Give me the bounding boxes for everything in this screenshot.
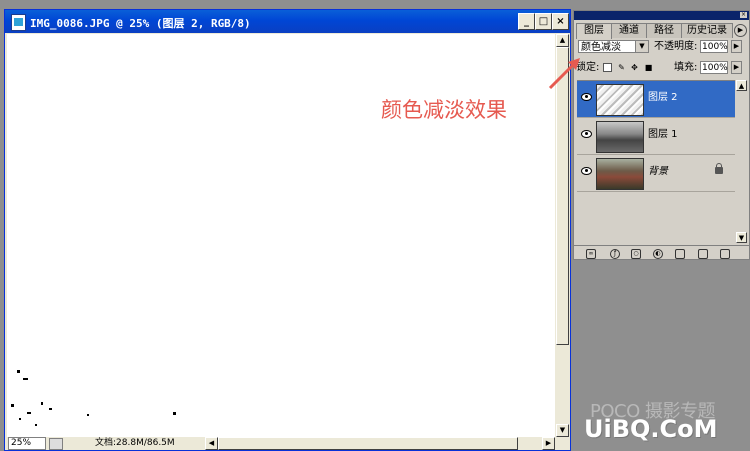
palette-close-icon[interactable]: × — [740, 12, 747, 18]
eye-icon[interactable] — [581, 130, 592, 138]
horizontal-scroll-thumb[interactable] — [218, 437, 518, 450]
layer-name: 背景 — [648, 166, 668, 177]
lock-transparent-icon[interactable] — [603, 63, 612, 72]
tab-layers[interactable]: 图层 — [576, 23, 612, 39]
canvas-speck — [49, 408, 52, 410]
layer-row[interactable]: 图层 1 — [577, 118, 735, 155]
status-info-icon[interactable] — [49, 438, 63, 450]
scroll-up-button[interactable]: ▲ — [556, 34, 569, 47]
canvas-speck — [173, 412, 176, 415]
chevron-down-icon[interactable]: ▼ — [635, 41, 648, 52]
lock-move-icon[interactable]: ✥ — [630, 63, 639, 72]
tab-channels[interactable]: 通道 — [611, 23, 647, 38]
canvas-speck — [27, 412, 31, 414]
layer-thumbnail — [596, 158, 644, 190]
layers-palette: × 图层 通道 路径 历史记录 ▶ 颜色减淡 ▼ 不透明度: 100% ▶ 锁定… — [573, 10, 750, 260]
canvas-speck — [35, 424, 37, 426]
palette-title-bar[interactable]: × — [574, 11, 749, 20]
opacity-label: 不透明度: — [654, 41, 698, 52]
lock-all-icon[interactable]: ■ — [644, 63, 653, 72]
eye-icon[interactable] — [581, 167, 592, 175]
canvas-speck — [17, 370, 20, 373]
canvas-speck — [19, 418, 21, 420]
document-title: IMG_0086.JPG @ 25% (图层 2, RGB/8) — [30, 17, 251, 30]
close-button[interactable]: × — [552, 13, 569, 30]
new-layer-icon[interactable] — [698, 249, 708, 259]
scroll-right-button[interactable]: ▶ — [542, 437, 555, 450]
group-folder-icon[interactable] — [675, 249, 685, 259]
opacity-slider-button[interactable]: ▶ — [731, 40, 742, 53]
document-window: IMG_0086.JPG @ 25% (图层 2, RGB/8) _ □ × ▲… — [4, 9, 571, 451]
scroll-left-button[interactable]: ◀ — [205, 437, 218, 450]
document-icon — [11, 14, 26, 31]
layer-row[interactable]: 背景 — [577, 155, 735, 192]
scroll-down-button[interactable]: ▼ — [736, 232, 747, 243]
zoom-field[interactable]: 25% — [8, 437, 46, 450]
canvas-speck — [41, 402, 43, 405]
document-size-info: 文档:28.8M/86.5M — [95, 438, 175, 448]
layers-scrollbar[interactable]: ▲ ▼ — [736, 80, 747, 243]
trash-icon[interactable] — [720, 249, 730, 259]
fill-input[interactable]: 100% — [700, 61, 728, 74]
palette-bottom-toolbar: ∞ ƒ ○ ◐ — [574, 245, 749, 260]
horizontal-scrollbar[interactable]: ◀ ▶ — [205, 437, 555, 450]
adjustment-layer-icon[interactable]: ◐ — [653, 249, 663, 259]
fill-slider-button[interactable]: ▶ — [731, 61, 742, 74]
minimize-button[interactable]: _ — [518, 13, 535, 30]
canvas-speck — [23, 378, 28, 380]
canvas-speck — [11, 404, 14, 407]
layer-thumbnail — [596, 121, 644, 153]
canvas-speck — [87, 414, 89, 416]
document-title-bar[interactable]: IMG_0086.JPG @ 25% (图层 2, RGB/8) _ □ × — [5, 10, 570, 33]
opacity-input[interactable]: 100% — [700, 40, 728, 53]
palette-tabs: 图层 通道 路径 历史记录 — [576, 23, 747, 39]
lock-icon — [715, 163, 723, 174]
layers-list: 图层 2 图层 1 背景 — [577, 80, 735, 244]
annotation-text: 颜色减淡效果 — [381, 98, 507, 122]
layer-thumbnail — [596, 84, 644, 116]
layer-name: 图层 1 — [648, 129, 678, 140]
watermark-uibq: UiBQ.CoM — [584, 415, 718, 443]
layer-style-icon[interactable]: ƒ — [610, 249, 620, 259]
scroll-up-button[interactable]: ▲ — [736, 80, 747, 91]
tab-history[interactable]: 历史记录 — [681, 23, 733, 38]
layer-name: 图层 2 — [648, 92, 678, 103]
tab-paths[interactable]: 路径 — [646, 23, 682, 38]
mask-icon[interactable]: ○ — [631, 249, 641, 259]
palette-menu-icon[interactable]: ▶ — [734, 24, 747, 37]
fill-label: 填充: — [674, 62, 698, 73]
annotation-arrow — [548, 58, 580, 90]
scroll-down-button[interactable]: ▼ — [556, 424, 569, 437]
status-bar: 25% 文档:28.8M/86.5M ◀ ▶ — [5, 437, 570, 450]
lock-brush-icon[interactable]: ✎ — [617, 63, 626, 72]
maximize-button[interactable]: □ — [535, 13, 552, 30]
layer-row[interactable]: 图层 2 — [577, 81, 735, 118]
link-icon[interactable]: ∞ — [586, 249, 596, 259]
